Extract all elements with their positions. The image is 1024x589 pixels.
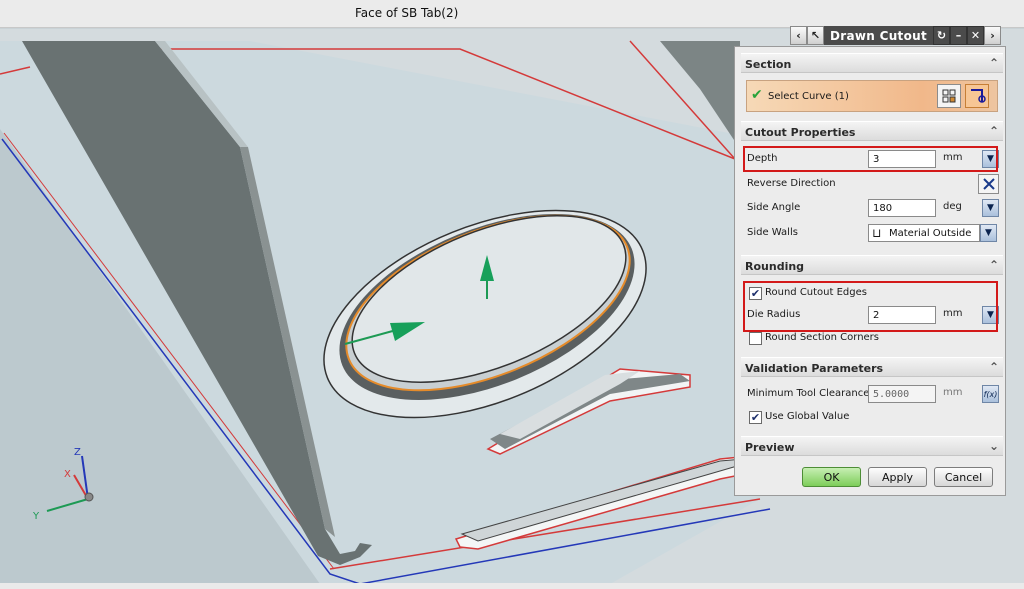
section-header-label: Preview (745, 441, 795, 454)
section-header-label: Section (745, 58, 792, 71)
section-header-rounding[interactable]: Rounding ⌃ (741, 255, 1003, 275)
window-titlebar: Face of SB Tab(2) (0, 0, 1024, 28)
cancel-button[interactable]: Cancel (934, 467, 993, 487)
section-header-section[interactable]: Section ⌃ (741, 53, 1003, 73)
pointer-icon[interactable]: ↖ (807, 26, 824, 45)
minimize-icon[interactable]: – (950, 26, 967, 45)
side-angle-label: Side Angle (747, 202, 801, 213)
chevron-up-icon[interactable]: ⌃ (989, 56, 999, 70)
reverse-direction-label: Reverse Direction (747, 178, 836, 189)
round-section-corners-checkbox[interactable] (749, 332, 762, 345)
side-walls-row: Side Walls Material Outside ⊔ ▼ (741, 222, 1003, 244)
select-curve-row[interactable]: ✔ Select Curve (1) (746, 80, 998, 112)
ok-button[interactable]: OK (802, 467, 861, 487)
chevron-right-icon[interactable]: › (984, 26, 1001, 45)
side-walls-select[interactable]: Material Outside (868, 224, 980, 242)
close-icon[interactable]: ✕ (967, 26, 984, 45)
side-angle-unit: deg (943, 201, 962, 212)
dialog-header: ‹ ↖ Drawn Cutout ↻ – ✕ › (790, 25, 1008, 46)
section-header-label: Rounding (745, 260, 805, 273)
triad-x-label: X (64, 469, 71, 480)
curve-icon[interactable] (965, 84, 989, 108)
use-global-value-checkbox[interactable]: ✔ (749, 411, 762, 424)
min-tool-clearance-row: Minimum Tool Clearance 5.0000 mm f(x) (741, 383, 1003, 405)
side-walls-label: Side Walls (747, 227, 798, 238)
reverse-direction-row: Reverse Direction (741, 173, 1003, 195)
highlight-rounding (743, 281, 998, 332)
chevron-up-icon[interactable]: ⌃ (989, 360, 999, 374)
round-section-corners-label: Round Section Corners (765, 332, 879, 343)
formula-icon[interactable]: f(x) (982, 385, 999, 403)
side-walls-dropdown[interactable]: ▼ (980, 224, 997, 242)
select-curve-label: Select Curve (1) (768, 91, 849, 102)
section-header-label: Cutout Properties (745, 126, 856, 139)
checkmark-icon: ✔ (751, 87, 763, 103)
reverse-direction-icon[interactable] (978, 174, 999, 194)
side-angle-input[interactable]: 180 (868, 199, 936, 217)
drawn-cutout-dialog: Section ⌃ ✔ Select Curve (1) Cutout Prop… (734, 46, 1006, 496)
triad-y-label: Y (32, 511, 40, 522)
dialog-title: Drawn Cutout (824, 26, 933, 45)
use-global-value-label: Use Global Value (765, 411, 850, 422)
chevron-up-icon[interactable]: ⌃ (989, 258, 999, 272)
round-section-corners-row: Round Section Corners (741, 327, 1003, 349)
wall-icon: ⊔ (872, 226, 882, 240)
section-header-preview[interactable]: Preview ⌄ (741, 436, 1003, 456)
highlight-depth (743, 146, 998, 172)
status-strip (0, 583, 1024, 589)
min-tool-clearance-unit: mm (943, 387, 963, 398)
triad-z-label: Z (74, 447, 81, 458)
chevron-left-icon[interactable]: ‹ (790, 26, 807, 45)
chevron-down-icon[interactable]: ⌄ (989, 439, 999, 453)
min-tool-clearance-label: Minimum Tool Clearance (747, 388, 870, 399)
side-angle-row: Side Angle 180 deg ▼ (741, 197, 1003, 219)
section-header-label: Validation Parameters (745, 362, 884, 375)
side-angle-dropdown[interactable]: ▼ (982, 199, 999, 217)
chevron-up-icon[interactable]: ⌃ (989, 124, 999, 138)
reset-icon[interactable]: ↻ (933, 26, 950, 45)
section-header-validation[interactable]: Validation Parameters ⌃ (741, 357, 1003, 377)
sketch-section-icon[interactable] (937, 84, 961, 108)
use-global-value-row: ✔ Use Global Value (741, 406, 1003, 428)
apply-button[interactable]: Apply (868, 467, 927, 487)
window-title: Face of SB Tab(2) (355, 6, 459, 20)
section-header-cutout-properties[interactable]: Cutout Properties ⌃ (741, 121, 1003, 141)
min-tool-clearance-input[interactable]: 5.0000 (868, 385, 936, 403)
